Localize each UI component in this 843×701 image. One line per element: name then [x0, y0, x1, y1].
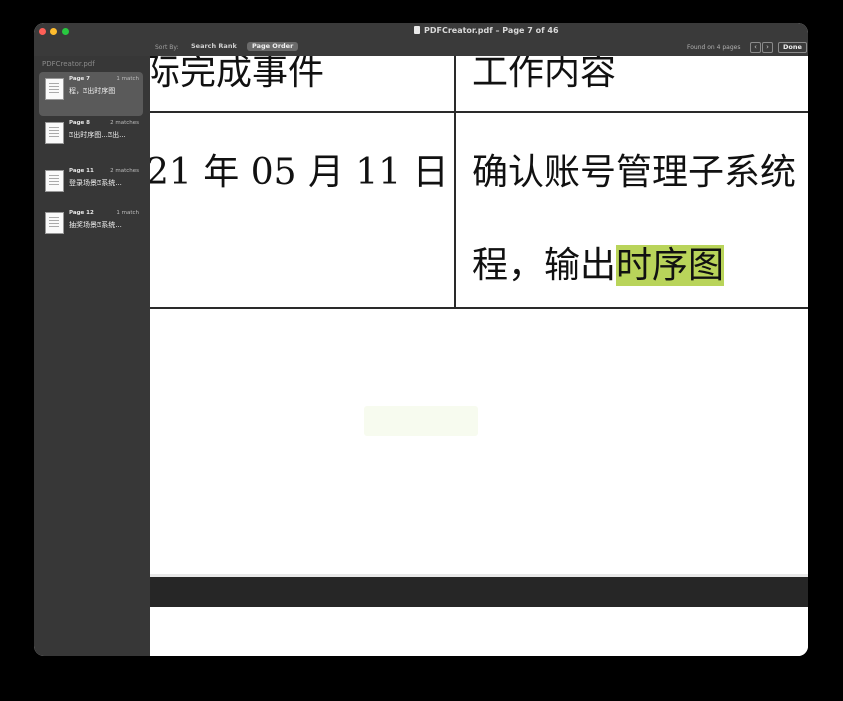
pdf-window: PDFCreator.pdf – Page 7 of 46 Sort By: S…	[34, 23, 808, 656]
title-bar: PDFCreator.pdf – Page 7 of 46 Sort By: S…	[34, 23, 808, 56]
result-page-label: Page 8	[69, 120, 91, 126]
table-cell-heading: 工作内容	[472, 56, 617, 93]
previous-result-button[interactable]: ‹	[750, 42, 761, 53]
result-page-label: Page 7	[69, 76, 91, 82]
document-icon	[414, 26, 420, 34]
result-snippet: 抽奖场景⍰系统...	[69, 221, 122, 229]
search-result-item[interactable]: Page 7 1 match 程，⍰出时序图	[39, 72, 143, 116]
search-result-item[interactable]: Page 8 2 matches ⍰出时序图...⍰出...	[39, 116, 143, 160]
found-pages-status: Found on 4 pages	[687, 44, 741, 51]
done-button[interactable]: Done	[778, 42, 807, 53]
sidebar-file-name: PDFCreator.pdf	[42, 60, 95, 68]
minimize-window-button[interactable]	[50, 28, 57, 35]
search-result-item[interactable]: Page 11 2 matches 登录场景⍰系统...	[39, 164, 143, 208]
table-cell-heading: 际完成事件	[150, 56, 325, 93]
sort-page-order-button[interactable]: Page Order	[247, 42, 299, 51]
result-snippet: ⍰出时序图...⍰出...	[69, 131, 126, 139]
result-match-count: 2 matches	[110, 168, 139, 174]
table-cell-content: 确认账号管理子系统	[472, 152, 797, 193]
zoom-window-button[interactable]	[62, 28, 69, 35]
window-title: PDFCreator.pdf – Page 7 of 46	[414, 26, 559, 35]
table-rule	[150, 111, 808, 113]
result-match-count: 1 match	[116, 76, 139, 82]
table-rule	[150, 307, 808, 309]
result-match-count: 1 match	[116, 210, 139, 216]
result-match-count: 2 matches	[110, 120, 139, 126]
search-match-highlight: 时序图	[616, 245, 725, 286]
result-page-label: Page 11	[69, 168, 94, 174]
table-cell-content: 程，输出时序图	[472, 236, 725, 288]
content-text: 程，输出	[472, 245, 617, 286]
page-thumbnail	[45, 122, 64, 144]
result-snippet: 程，⍰出时序图	[69, 87, 116, 95]
pdf-page-view[interactable]: 际完成事件 工作内容 21 年 05 月 11 日 确认账号管理子系统 程，输出…	[150, 56, 808, 656]
result-page-label: Page 12	[69, 210, 94, 216]
page-thumbnail	[45, 78, 64, 100]
search-result-item[interactable]: Page 12 1 match 抽奖场景⍰系统...	[39, 206, 143, 250]
table-column-rule	[454, 56, 456, 309]
sort-search-rank-button[interactable]: Search Rank	[186, 42, 242, 51]
faded-highlight	[364, 406, 478, 436]
search-results-sidebar: PDFCreator.pdf Page 7 1 match 程，⍰出时序图 Pa…	[34, 56, 151, 656]
page-bottom-bar	[150, 574, 808, 607]
window-title-text: PDFCreator.pdf – Page 7 of 46	[424, 26, 559, 35]
next-result-button[interactable]: ›	[762, 42, 773, 53]
sort-by-label: Sort By:	[155, 44, 179, 51]
result-snippet: 登录场景⍰系统...	[69, 179, 122, 187]
page-thumbnail	[45, 170, 64, 192]
page-thumbnail	[45, 212, 64, 234]
table-cell-date: 21 年 05 月 11 日	[150, 152, 449, 193]
close-window-button[interactable]	[39, 28, 46, 35]
